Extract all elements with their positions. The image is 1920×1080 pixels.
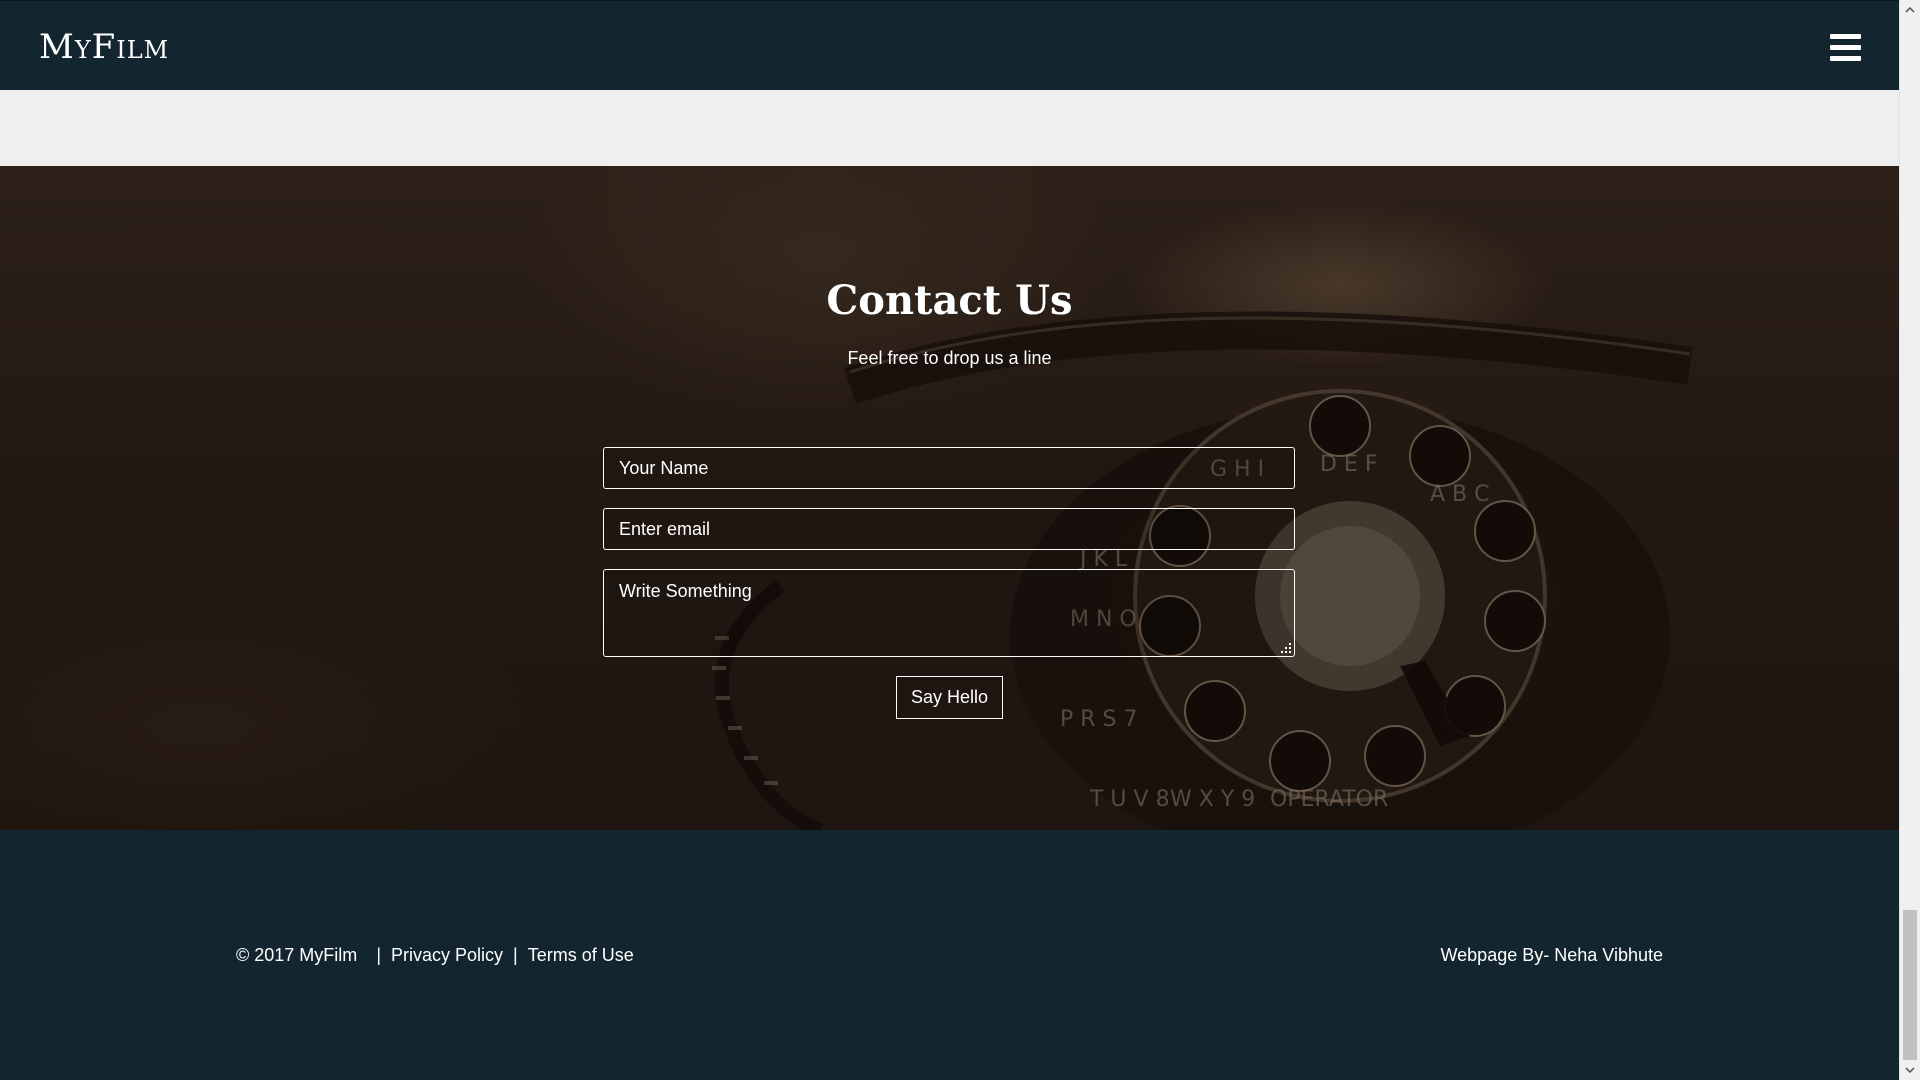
navbar: MyFilm <box>0 0 1899 90</box>
say-hello-button[interactable]: Say Hello <box>896 676 1003 719</box>
footer-credit: Webpage By- Neha Vibhute <box>1440 945 1664 965</box>
scrollbar-thumb[interactable] <box>1903 910 1917 1060</box>
hamburger-bar <box>1830 56 1861 61</box>
terms-of-use-link[interactable]: Terms of Use <box>528 945 634 965</box>
footer-separator: | <box>376 945 381 965</box>
background-overlay <box>0 166 1899 830</box>
contact-section: G H I D E F A B C J K L M N O P R S 7 T … <box>0 166 1899 830</box>
contact-subtitle: Feel free to drop us a line <box>847 348 1052 368</box>
scroll-up-arrow-icon[interactable] <box>1900 0 1920 20</box>
email-input[interactable] <box>603 508 1295 550</box>
hamburger-menu-icon[interactable] <box>1830 34 1861 61</box>
vertical-scrollbar[interactable] <box>1899 0 1920 1080</box>
resize-grip-icon[interactable] <box>1281 643 1291 653</box>
copyright-text: © 2017 MyFilm <box>236 945 358 965</box>
hamburger-bar <box>1830 45 1861 50</box>
name-input[interactable] <box>603 447 1295 489</box>
footer-separator: | <box>513 945 518 965</box>
contact-title: Contact Us <box>826 277 1073 324</box>
footer: © 2017 MyFilm | Privacy Policy | Terms of U… <box>0 830 1899 1080</box>
page-viewport: MyFilm G H I D E F A B C J K L M N O P R… <box>0 0 1899 1080</box>
brand-logo[interactable]: MyFilm <box>39 23 169 71</box>
footer-links: © 2017 MyFilm | Privacy Policy | Terms of U… <box>236 943 634 967</box>
scroll-down-arrow-icon[interactable] <box>1900 1060 1920 1080</box>
section-spacer <box>0 90 1899 166</box>
privacy-policy-link[interactable]: Privacy Policy <box>391 945 503 965</box>
hamburger-bar <box>1830 34 1861 39</box>
message-textarea[interactable] <box>603 569 1295 657</box>
